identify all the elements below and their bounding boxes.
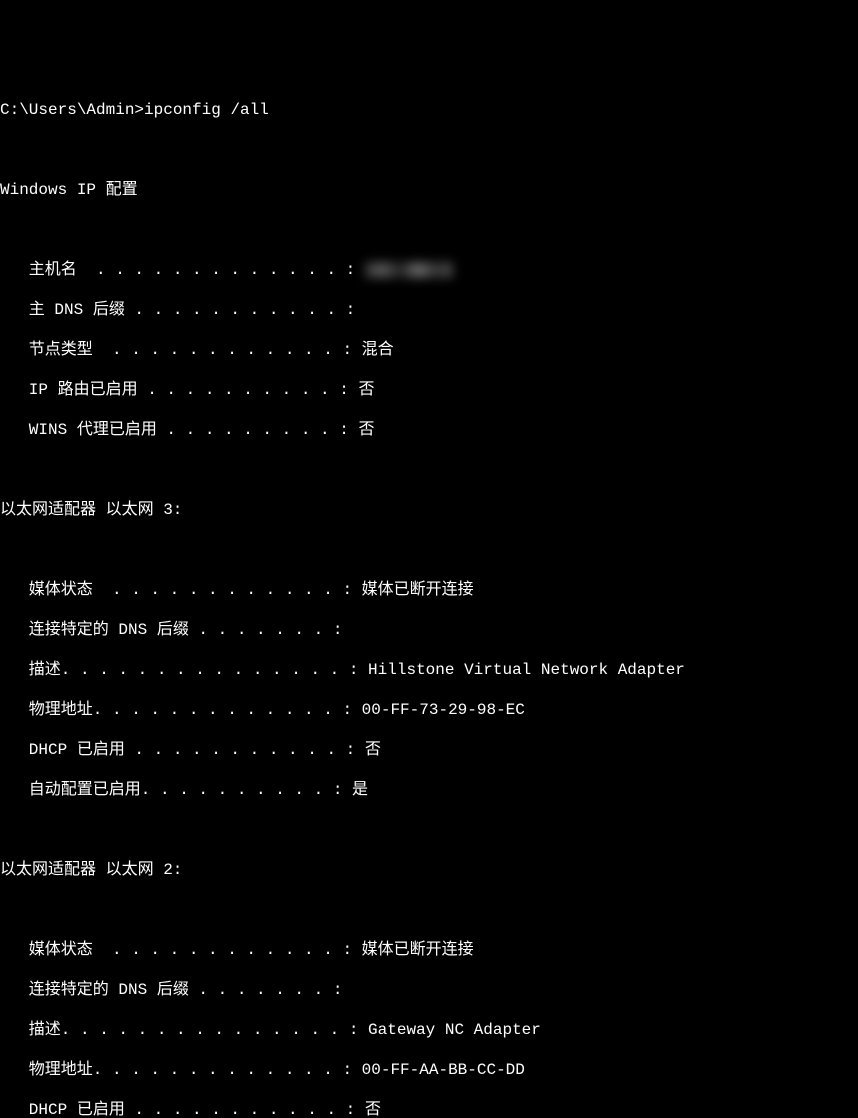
blank-line [0, 140, 858, 160]
adapter3-physical-addr: 物理地址. . . . . . . . . . . . . : 00-FF-73… [0, 700, 858, 720]
prompt-line: C:\Users\Admin>ipconfig /all [0, 100, 858, 120]
node-type-line: 节点类型 . . . . . . . . . . . . : 混合 [0, 340, 858, 360]
adapter2-physical-addr: 物理地址. . . . . . . . . . . . . : 00-FF-AA… [0, 1060, 858, 1080]
adapter3-dhcp: DHCP 已启用 . . . . . . . . . . . : 否 [0, 740, 858, 760]
adapter2-description: 描述. . . . . . . . . . . . . . . : Gatewa… [0, 1020, 858, 1040]
adapter2-dns-suffix: 连接特定的 DNS 后缀 . . . . . . . : [0, 980, 858, 1000]
adapter2-media-state: 媒体状态 . . . . . . . . . . . . : 媒体已断开连接 [0, 940, 858, 960]
adapter3-dns-suffix: 连接特定的 DNS 后缀 . . . . . . . : [0, 620, 858, 640]
hostname-label: 主机名 . . . . . . . . . . . . . : [0, 261, 365, 279]
terminal-output[interactable]: C:\Users\Admin>ipconfig /all Windows IP … [0, 80, 858, 1118]
ip-routing-line: IP 路由已启用 . . . . . . . . . . : 否 [0, 380, 858, 400]
blank-line [0, 460, 858, 480]
hostname-line: 主机名 . . . . . . . . . . . . . : [0, 260, 858, 280]
adapter2-title: 以太网适配器 以太网 2: [0, 860, 858, 880]
adapter2-dhcp: DHCP 已启用 . . . . . . . . . . . : 否 [0, 1100, 858, 1118]
blank-line [0, 900, 858, 920]
adapter3-autoconfig: 自动配置已启用. . . . . . . . . . : 是 [0, 780, 858, 800]
blank-line [0, 540, 858, 560]
blank-line [0, 820, 858, 840]
dns-suffix-line: 主 DNS 后缀 . . . . . . . . . . . : [0, 300, 858, 320]
adapter3-description: 描述. . . . . . . . . . . . . . . : Hillst… [0, 660, 858, 680]
adapter3-title: 以太网适配器 以太网 3: [0, 500, 858, 520]
hostname-value-redacted [365, 262, 453, 278]
ipconfig-header: Windows IP 配置 [0, 180, 858, 200]
adapter3-media-state: 媒体状态 . . . . . . . . . . . . : 媒体已断开连接 [0, 580, 858, 600]
wins-proxy-line: WINS 代理已启用 . . . . . . . . . : 否 [0, 420, 858, 440]
blank-line [0, 220, 858, 240]
